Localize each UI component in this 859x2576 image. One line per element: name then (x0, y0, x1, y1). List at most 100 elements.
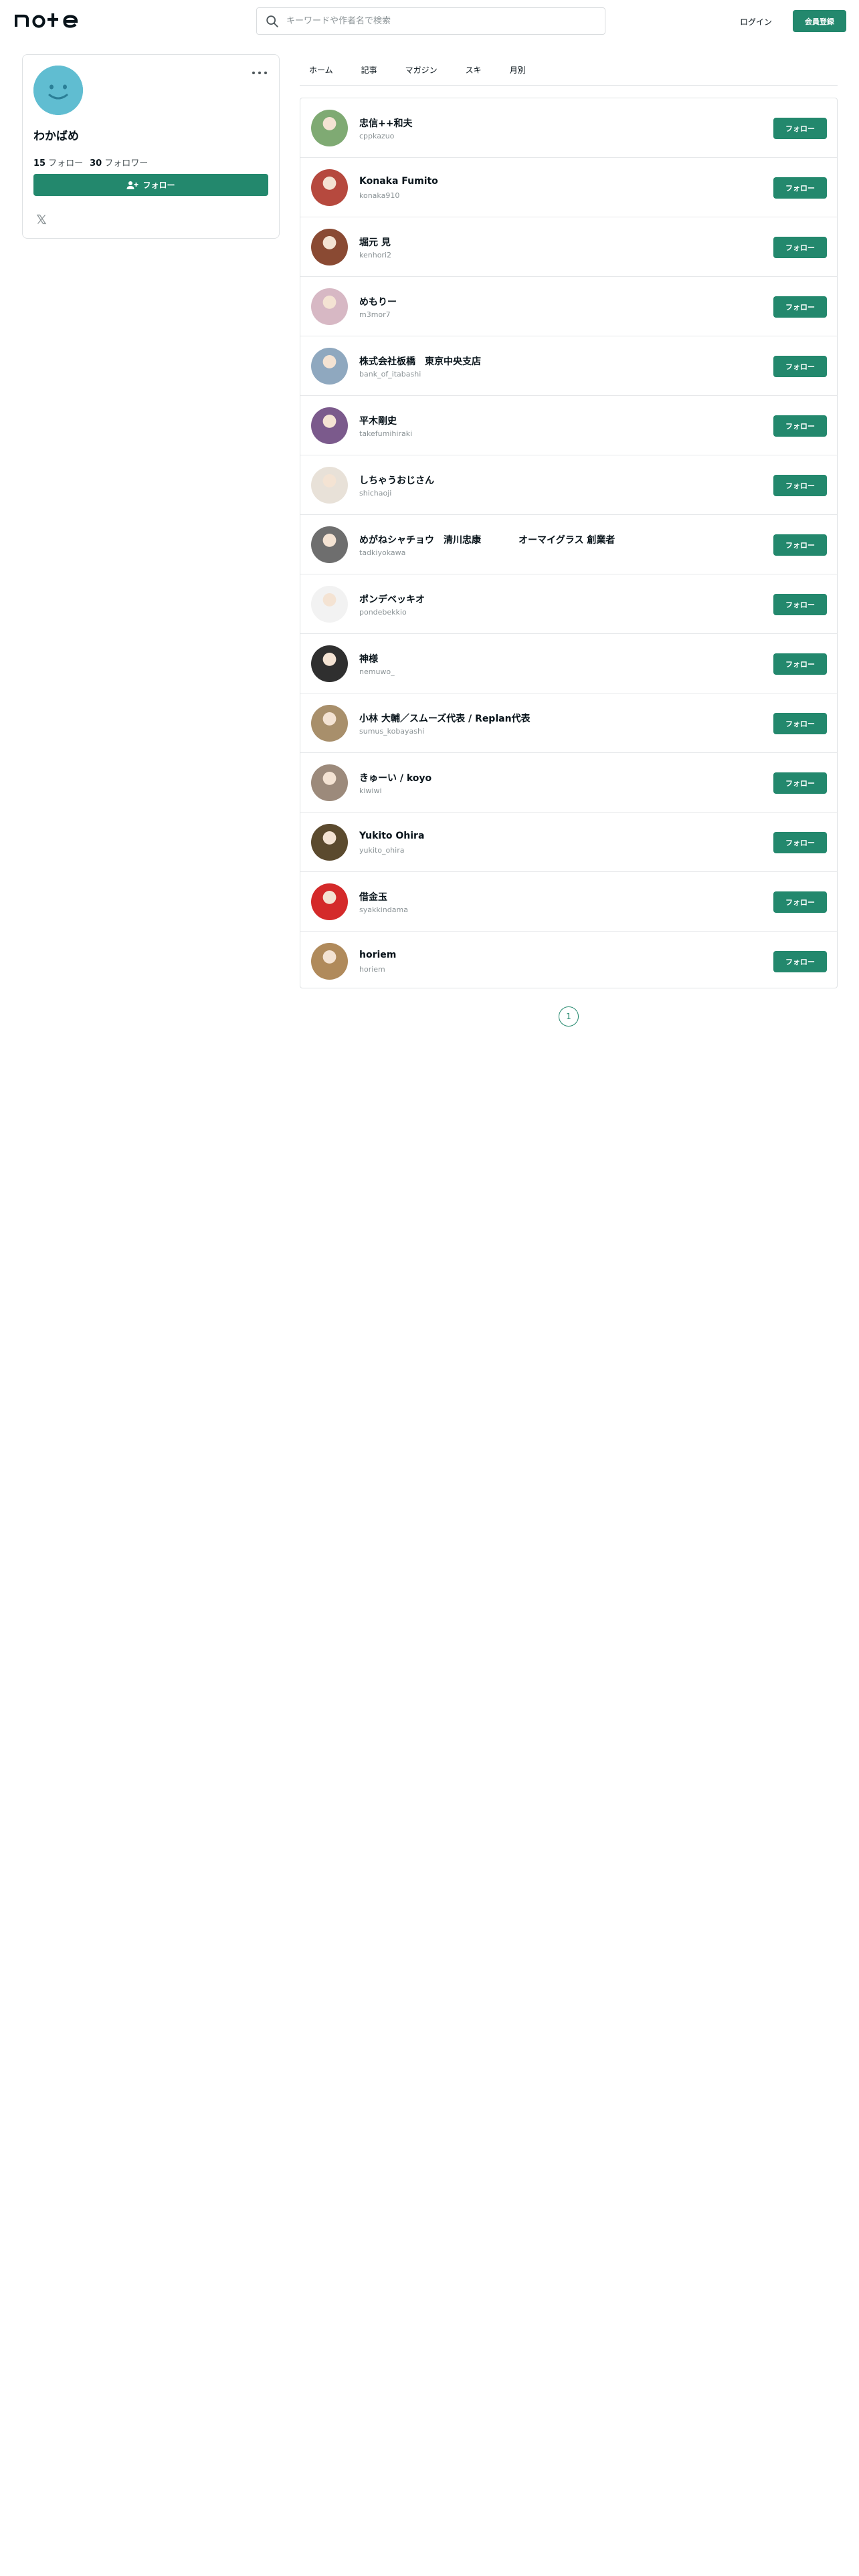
follow-button[interactable]: フォロー (773, 653, 827, 675)
user-id: syakkindama (359, 905, 408, 914)
user-row: 平木剛史 takefumihiraki フォロー (300, 396, 837, 455)
tab-articles[interactable]: 記事 (361, 53, 377, 86)
pagination-page[interactable]: 1 (559, 1006, 579, 1027)
user-row: しちゃうおじさん shichaoji フォロー (300, 455, 837, 515)
user-name[interactable]: 株式会社板橋 東京中央支店 (359, 354, 481, 368)
profile-follow-button[interactable]: フォロー (33, 174, 268, 196)
user-avatar[interactable] (311, 586, 348, 623)
more-options-icon[interactable] (252, 68, 267, 78)
tab-monthly[interactable]: 月別 (510, 53, 526, 86)
follow-button[interactable]: フォロー (773, 772, 827, 794)
user-row: 忠信++和夫 cppkazuo フォロー (300, 98, 837, 158)
user-id: kenhori2 (359, 251, 391, 259)
search-box[interactable] (256, 7, 605, 35)
user-id: nemuwo_ (359, 667, 395, 676)
tab-home[interactable]: ホーム (309, 53, 333, 86)
user-avatar[interactable] (311, 883, 348, 920)
user-row: 堀元 見 kenhori2 フォロー (300, 217, 837, 277)
user-id: horiem (359, 965, 385, 974)
user-name[interactable]: 借金玉 (359, 890, 387, 903)
follow-button[interactable]: フォロー (773, 713, 827, 734)
user-avatar[interactable] (311, 764, 348, 801)
search-icon (266, 15, 278, 27)
following-list: 忠信++和夫 cppkazuo フォロー Konaka Fumito konaka910… (300, 98, 838, 988)
x-twitter-icon[interactable] (36, 214, 47, 225)
user-row: horiem horiem フォロー (300, 932, 837, 991)
user-name[interactable]: めがねシャチョウ 清川忠康 オーマイグラス 創業者 (359, 533, 615, 546)
profile-tabs: ホーム 記事 マガジン スキ 月別 (300, 53, 838, 86)
user-id: shichaoji (359, 489, 392, 498)
follow-button[interactable]: フォロー (773, 296, 827, 318)
following-link[interactable]: 15 フォロー (33, 156, 83, 169)
user-id: takefumihiraki (359, 429, 413, 438)
user-name[interactable]: Konaka Fumito (359, 176, 438, 187)
add-user-icon (126, 181, 138, 189)
user-row: 借金玉 syakkindama フォロー (300, 872, 837, 932)
follow-button[interactable]: フォロー (773, 237, 827, 258)
user-id: kiwiwi (359, 786, 382, 795)
follow-button[interactable]: フォロー (773, 891, 827, 913)
signup-button[interactable]: 会員登録 (793, 10, 846, 32)
follow-button[interactable]: フォロー (773, 177, 827, 199)
user-name[interactable]: ポンデベッキオ (359, 593, 425, 606)
user-name[interactable]: 小林 大輔／スムーズ代表 / Replan代表 (359, 712, 531, 725)
following-label: フォロー (48, 158, 84, 169)
follow-button[interactable]: フォロー (773, 951, 827, 972)
user-name[interactable]: 忠信++和夫 (359, 116, 412, 130)
follow-button[interactable]: フォロー (773, 594, 827, 615)
user-row: 株式会社板橋 東京中央支店 bank_of_itabashi フォロー (300, 336, 837, 396)
user-name[interactable]: 堀元 見 (359, 235, 391, 249)
user-name[interactable]: しちゃうおじさん (359, 473, 434, 487)
user-id: tadkiyokawa (359, 548, 406, 557)
user-name[interactable]: horiem (359, 950, 396, 960)
user-avatar[interactable] (311, 110, 348, 146)
login-button[interactable]: ログイン (733, 11, 779, 31)
follow-button[interactable]: フォロー (773, 832, 827, 853)
user-row: 小林 大輔／スムーズ代表 / Replan代表 sumus_kobayashi フォ… (300, 693, 837, 753)
note-logo[interactable] (15, 9, 82, 29)
follow-button[interactable]: フォロー (773, 118, 827, 139)
user-avatar[interactable] (311, 467, 348, 504)
user-avatar[interactable] (311, 169, 348, 206)
user-row: Konaka Fumito konaka910 フォロー (300, 158, 837, 217)
follow-button[interactable]: フォロー (773, 475, 827, 496)
user-avatar[interactable] (311, 943, 348, 980)
user-avatar[interactable] (311, 645, 348, 682)
user-id: m3mor7 (359, 310, 391, 319)
profile-follow-label: フォロー (142, 181, 175, 190)
user-name[interactable]: めもりー (359, 295, 397, 308)
tab-likes[interactable]: スキ (466, 53, 482, 86)
follow-button[interactable]: フォロー (773, 534, 827, 556)
user-id: sumus_kobayashi (359, 727, 425, 736)
user-avatar[interactable] (311, 348, 348, 385)
followers-link[interactable]: 30 フォロワー (90, 156, 148, 169)
user-id: cppkazuo (359, 132, 395, 140)
user-avatar[interactable] (311, 229, 348, 265)
following-count: 15 (33, 158, 46, 169)
follow-button[interactable]: フォロー (773, 415, 827, 437)
search-input[interactable] (286, 16, 594, 26)
user-row: めもりー m3mor7 フォロー (300, 277, 837, 336)
profile-avatar[interactable] (33, 66, 83, 115)
user-avatar[interactable] (311, 288, 348, 325)
user-avatar[interactable] (311, 526, 348, 563)
user-name[interactable]: きゅーい / koyo (359, 771, 432, 784)
user-row: Yukito Ohira yukito_ohira フォロー (300, 813, 837, 872)
user-name[interactable]: 平木剛史 (359, 414, 397, 427)
follow-counts: 15 フォロー 30 フォロワー (33, 156, 148, 169)
user-name[interactable]: Yukito Ohira (359, 831, 424, 841)
tab-magazines[interactable]: マガジン (405, 53, 438, 86)
user-id: yukito_ohira (359, 846, 405, 855)
followers-label: フォロワー (104, 158, 149, 169)
user-avatar[interactable] (311, 824, 348, 861)
followers-count: 30 (90, 158, 102, 169)
user-row: ポンデベッキオ pondebekkio フォロー (300, 574, 837, 634)
user-row: きゅーい / koyo kiwiwi フォロー (300, 753, 837, 813)
follow-button[interactable]: フォロー (773, 356, 827, 377)
note-logo-icon (15, 13, 78, 28)
user-id: bank_of_itabashi (359, 370, 421, 379)
user-avatar[interactable] (311, 705, 348, 742)
user-name[interactable]: 神様 (359, 652, 378, 665)
user-avatar[interactable] (311, 407, 348, 444)
user-row: 神様 nemuwo_ フォロー (300, 634, 837, 693)
